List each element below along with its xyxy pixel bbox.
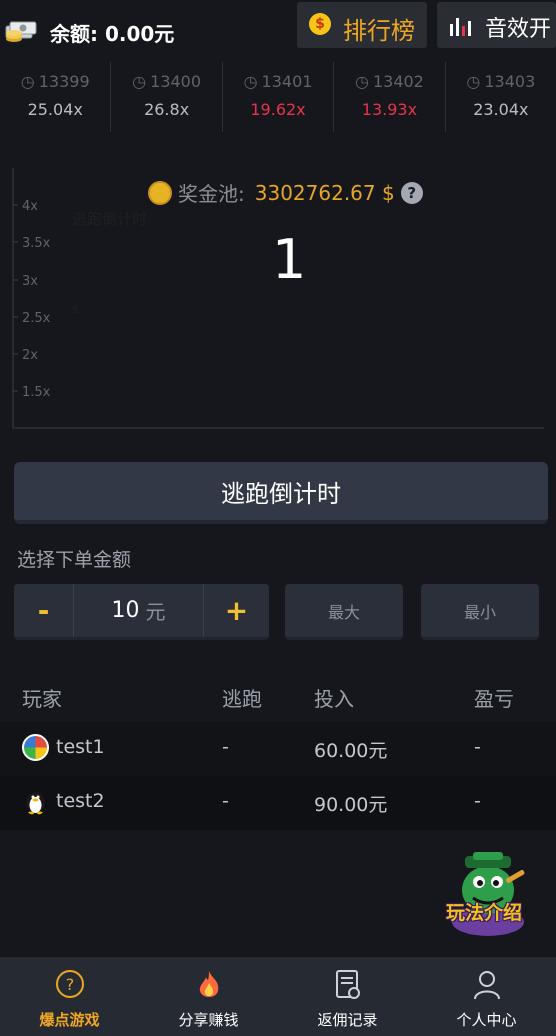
amount-stepper: - 10 元 + <box>14 584 269 640</box>
nav-item-commission[interactable]: 返佣记录 <box>278 957 417 1036</box>
sound-toggle-button[interactable]: 音效开 <box>437 2 556 48</box>
nav-item-share[interactable]: 分享赚钱 <box>139 957 278 1036</box>
round-history: ◷ 13399 25.04x ◷ 13400 26.8x ◷ 13401 19.62x… <box>0 62 556 132</box>
nav-item-game[interactable]: ? 爆点游戏 <box>0 957 139 1036</box>
bar-chart-icon <box>450 18 471 36</box>
amount-input[interactable]: 10 元 <box>75 584 202 637</box>
y-tick-label: 4x <box>22 199 38 214</box>
escape-value: - <box>222 736 229 758</box>
prize-pool-value: 3302762.67 $ <box>254 180 395 205</box>
round-id: 13400 <box>150 72 202 91</box>
gold-coin-icon <box>148 180 172 205</box>
round-id: 13402 <box>372 72 424 91</box>
prize-pool-label: 奖金池: <box>178 182 245 206</box>
question-circle-icon: ? <box>55 970 84 998</box>
history-item[interactable]: ◷ 13400 26.8x <box>111 62 223 132</box>
clock-icon: ◷ <box>354 72 369 91</box>
escape-button[interactable]: 逃跑倒计时 <box>14 462 548 524</box>
players-table-header: 玩家 逃跑 投入 盈亏 <box>0 668 556 722</box>
nav-label: 爆点游戏 <box>39 1011 100 1029</box>
history-item[interactable]: ◷ 13399 25.04x <box>0 62 112 132</box>
clock-icon: ◷ <box>20 72 35 91</box>
round-multiplier: 19.62x <box>250 100 306 119</box>
y-tick-label: 3x <box>22 274 38 289</box>
clock-icon: ◷ <box>132 72 147 91</box>
avatar <box>22 734 49 761</box>
history-item[interactable]: ◷ 13402 13.93x <box>334 62 446 132</box>
dollar-coin-icon: $ <box>309 13 331 35</box>
leaderboard-button[interactable]: $ 排行榜 <box>297 2 427 48</box>
profit-value: - <box>474 790 481 812</box>
column-header-player: 玩家 <box>22 687 62 711</box>
bottom-navigation: ? 爆点游戏 分享赚钱 返佣记录 个人中心 <box>0 957 556 1036</box>
countdown-number: 1 <box>272 228 307 291</box>
history-item[interactable]: ◷ 13401 19.62x <box>223 62 335 132</box>
money-stack-icon <box>5 21 37 42</box>
y-tick-label: 2.5x <box>22 311 51 326</box>
player-name: test2 <box>56 790 105 812</box>
svg-text:?: ? <box>65 975 74 994</box>
round-multiplier: 25.04x <box>27 100 83 119</box>
profit-value: - <box>474 736 481 758</box>
table-row: test2 - 90.00元 - <box>0 776 556 830</box>
min-amount-button[interactable]: 最小 <box>421 584 539 640</box>
countdown-caption: 逃跑倒计时 <box>72 210 148 228</box>
round-id: 13401 <box>261 72 313 91</box>
round-id: 13399 <box>38 72 90 91</box>
round-id: 13403 <box>484 72 536 91</box>
y-tick-label: 2x <box>22 348 38 363</box>
help-icon[interactable]: ? <box>400 181 423 204</box>
decrease-button[interactable]: - <box>14 584 74 637</box>
rules-mascot-icon[interactable] <box>443 852 533 938</box>
max-amount-button[interactable]: 最大 <box>285 584 403 640</box>
fire-icon <box>199 971 218 997</box>
prize-pool: 奖金池: 3302762.67 $ ? <box>148 178 423 207</box>
column-header-escape: 逃跑 <box>222 687 262 711</box>
amount-value: 10 <box>111 598 140 623</box>
nav-item-profile[interactable]: 个人中心 <box>417 957 556 1036</box>
increase-button[interactable]: + <box>203 584 269 637</box>
nav-label: 个人中心 <box>456 1011 517 1029</box>
escape-value: - <box>222 790 229 812</box>
nav-label: 分享赚钱 <box>178 1011 239 1029</box>
top-bar: 余额: 0.00元 $ 排行榜 音效开 <box>0 0 556 62</box>
table-row: test1 - 60.00元 - <box>0 722 556 776</box>
y-axis-ticks: 4x 3.5x 3x 2.5x 2x 1.5x <box>13 199 51 400</box>
sound-toggle-label: 音效开 <box>485 17 552 42</box>
round-multiplier: 23.04x <box>473 100 529 119</box>
column-header-profit: 盈亏 <box>474 687 514 711</box>
balance-label: 余额: 0.00元 <box>50 22 175 46</box>
clock-icon: ◷ <box>466 72 481 91</box>
history-item[interactable]: ◷ 13403 23.04x <box>446 62 556 132</box>
nav-label: 返佣记录 <box>317 1011 378 1029</box>
penguin-avatar-icon <box>26 792 45 815</box>
rules-label[interactable]: 玩法介绍 <box>446 898 522 925</box>
bet-value: 60.00元 <box>314 740 388 762</box>
leaderboard-label: 排行榜 <box>343 17 415 45</box>
document-icon <box>335 970 360 999</box>
round-multiplier: 26.8x <box>144 100 190 119</box>
amount-unit: 元 <box>145 600 166 624</box>
y-tick-label: 1.5x <box>22 385 51 400</box>
multiplier-chart: 4x 3.5x 3x 2.5x 2x 1.5x 奖金池: 3302762.67 … <box>0 150 556 445</box>
player-name: test1 <box>56 736 105 758</box>
bet-value: 90.00元 <box>314 794 388 816</box>
countdown-unit: s <box>72 302 79 317</box>
column-header-bet: 投入 <box>314 687 354 711</box>
user-icon <box>473 971 500 1000</box>
amount-section-title: 选择下单金额 <box>17 549 132 571</box>
clock-icon: ◷ <box>243 72 258 91</box>
y-tick-label: 3.5x <box>22 236 51 251</box>
round-multiplier: 13.93x <box>361 100 418 119</box>
